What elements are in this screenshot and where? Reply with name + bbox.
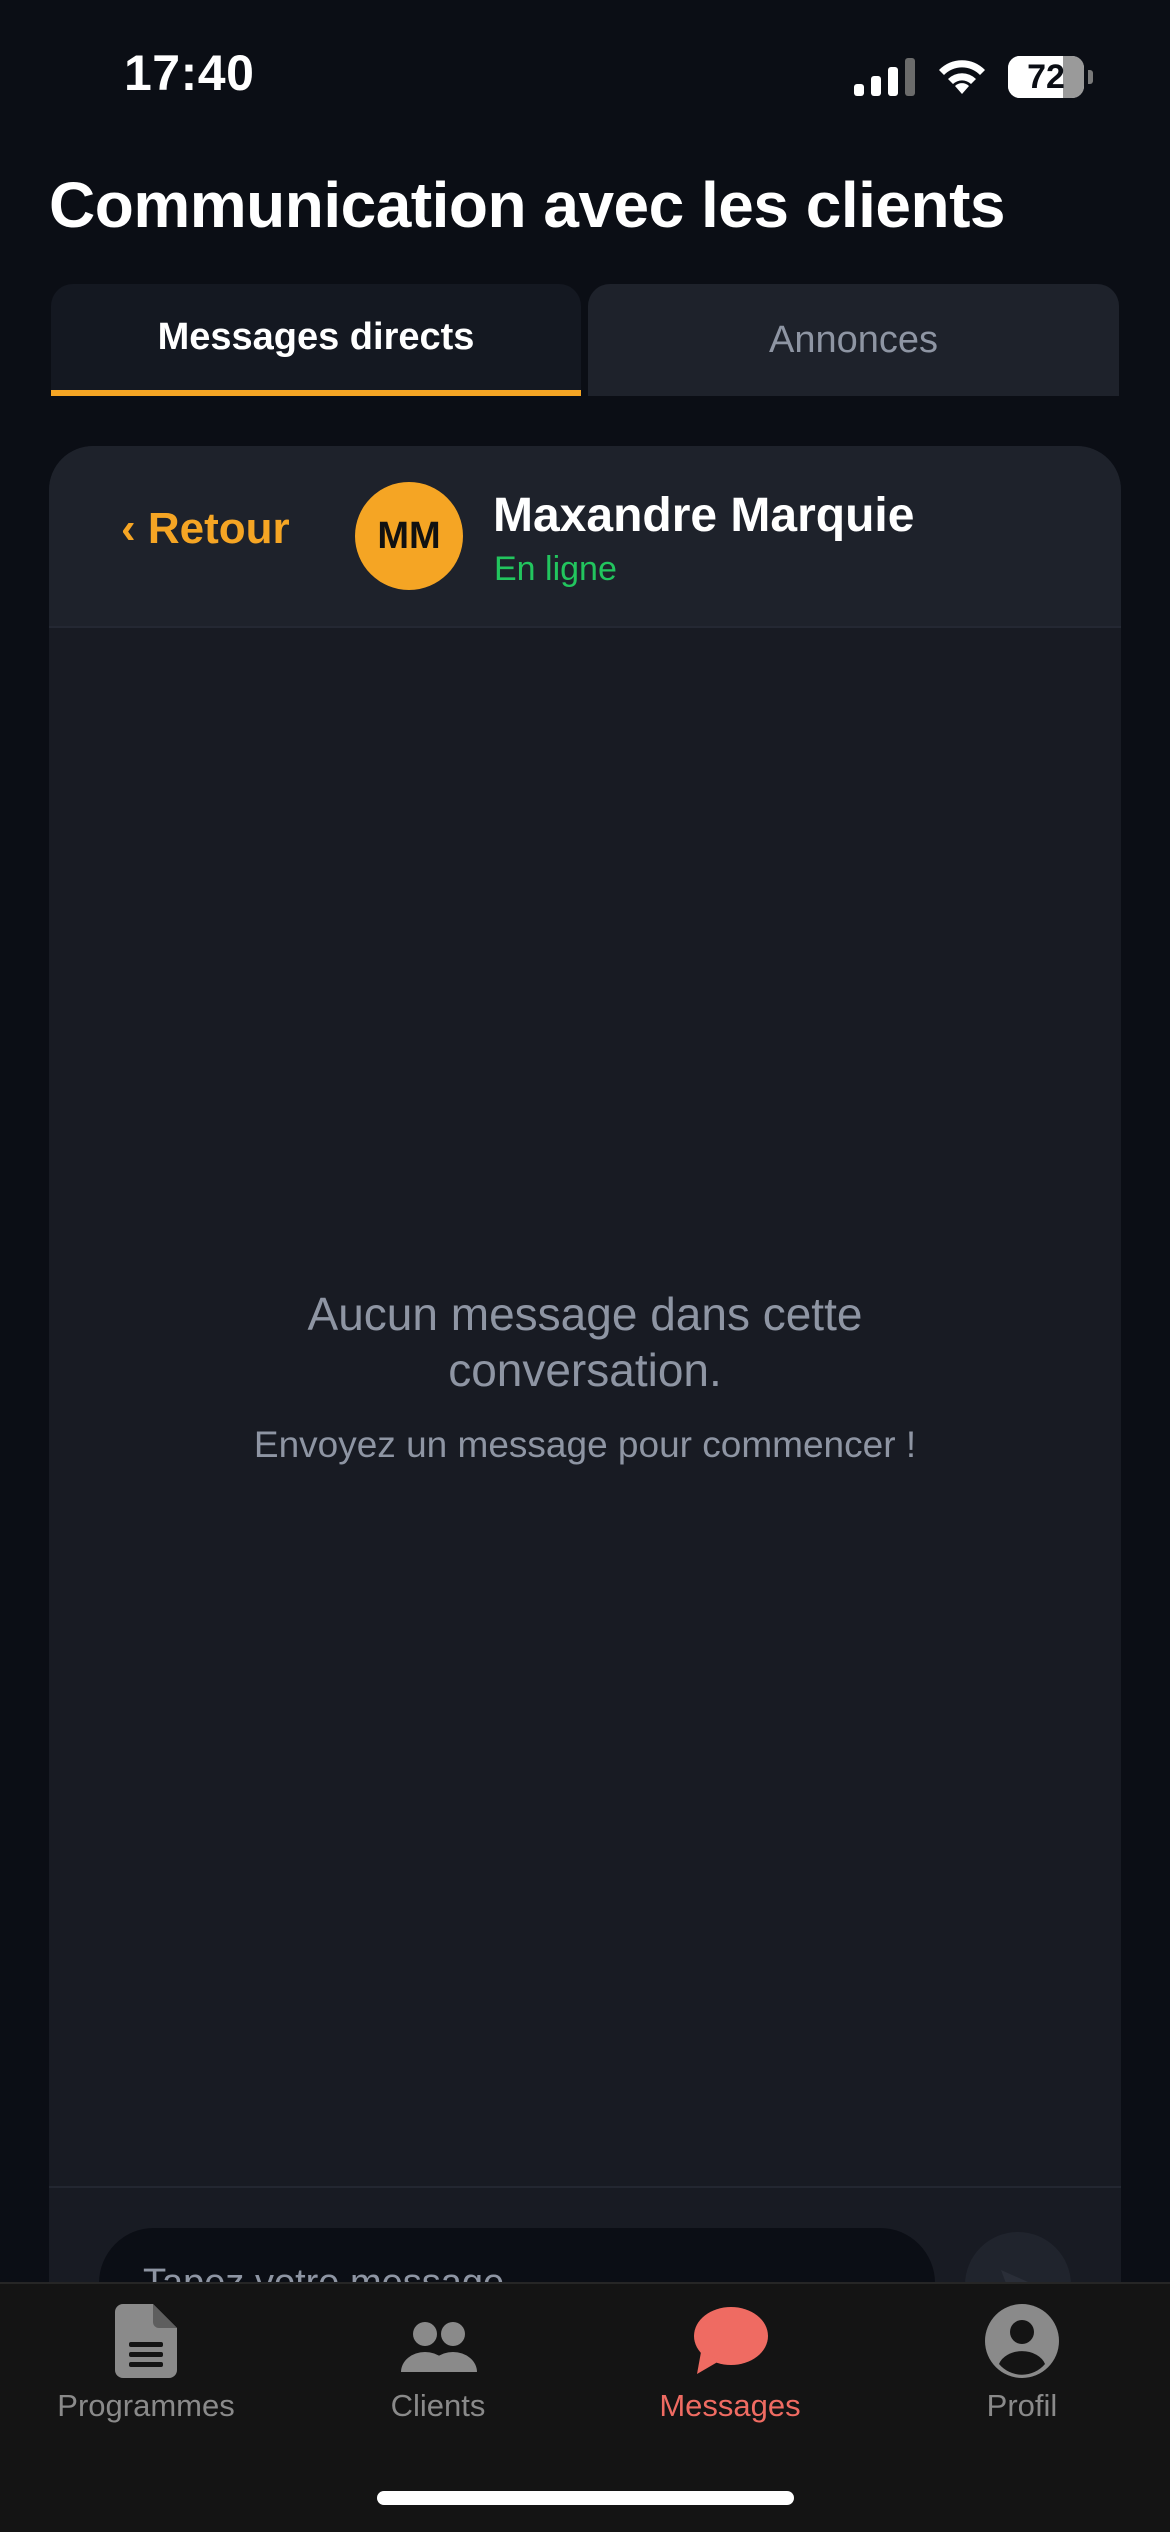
empty-state-subtitle: Envoyez un message pour commencer ! bbox=[253, 1424, 917, 1465]
home-indicator bbox=[377, 2491, 794, 2505]
tab-messages-label: Messages bbox=[659, 2388, 801, 2423]
conversation-panel: ‹ Retour MM Maxandre Marquie En ligne Au… bbox=[49, 446, 1121, 2532]
empty-state: Aucun message dans cette conversation. E… bbox=[49, 1286, 1121, 1466]
contact-name: Maxandre Marquie bbox=[493, 489, 915, 542]
cellular-signal-icon bbox=[854, 58, 915, 96]
avatar: MM bbox=[355, 482, 463, 590]
tab-programmes[interactable]: Programmes bbox=[0, 2304, 292, 2444]
wifi-icon bbox=[939, 60, 985, 94]
person-circle-icon bbox=[985, 2304, 1059, 2378]
status-time: 17:40 bbox=[124, 45, 255, 101]
battery-body: 72 bbox=[1008, 56, 1084, 98]
tab-direct-messages[interactable]: Messages directs bbox=[51, 284, 581, 396]
tab-profile[interactable]: Profil bbox=[876, 2304, 1168, 2444]
tab-profile-label: Profil bbox=[986, 2388, 1058, 2423]
online-status: En ligne bbox=[494, 550, 617, 588]
tab-announcements[interactable]: Annonces bbox=[588, 284, 1119, 396]
tab-messages[interactable]: Messages bbox=[584, 2304, 876, 2444]
battery-tip bbox=[1088, 70, 1093, 84]
people-icon bbox=[401, 2322, 477, 2372]
tab-clients[interactable]: Clients bbox=[292, 2304, 584, 2444]
battery-percent: 72 bbox=[1027, 58, 1065, 96]
screen: 17:40 72 Communication avec les clients … bbox=[0, 0, 1170, 2532]
battery-icon: 72 bbox=[1008, 56, 1093, 98]
tab-clients-label: Clients bbox=[390, 2388, 486, 2423]
page-title: Communication avec les clients bbox=[49, 169, 1006, 241]
chat-bubble-icon bbox=[694, 2307, 768, 2374]
tab-programmes-label: Programmes bbox=[57, 2388, 235, 2423]
document-icon bbox=[115, 2304, 177, 2378]
empty-state-title: Aucun message dans cette conversation. bbox=[307, 1288, 863, 1396]
status-bar: 17:40 72 bbox=[0, 0, 1170, 150]
back-button[interactable]: ‹ Retour bbox=[121, 504, 290, 554]
conversation-header: ‹ Retour MM Maxandre Marquie En ligne bbox=[49, 446, 1121, 628]
